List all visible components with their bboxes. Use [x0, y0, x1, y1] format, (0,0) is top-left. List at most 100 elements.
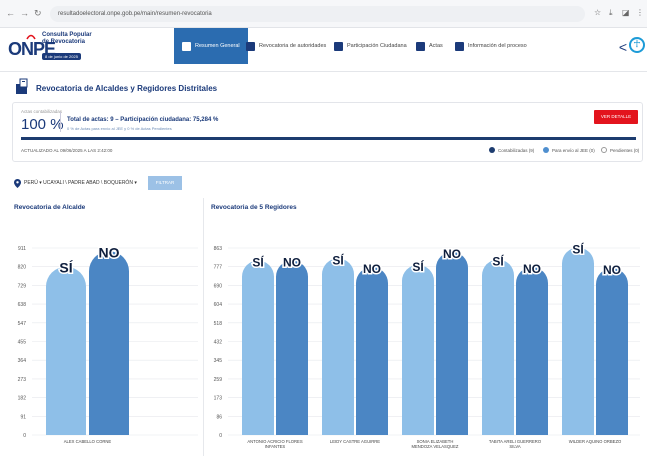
bar-si — [322, 258, 354, 435]
summary-subtext: 0 % de Actas para envío al JEE y 0 % de … — [67, 126, 172, 131]
people-icon — [246, 41, 255, 51]
regidores-bar-chart: 0 86 173 259 345 432 518 604 690 777 863 SÍ NO ANTONI… — [214, 240, 640, 449]
nav-label: Resumen General — [195, 43, 240, 49]
legend-label: Contabilizadas (9) — [498, 147, 535, 153]
y-tick-label: 863 — [214, 246, 223, 252]
nav-resumen-general[interactable]: Resumen General — [174, 28, 248, 64]
back-icon[interactable]: ← — [6, 8, 15, 18]
y-tick-label: 0 — [219, 433, 222, 439]
bar-label-no: NO — [363, 262, 381, 276]
y-tick-label: 182 — [18, 396, 27, 402]
forward-icon[interactable]: → — [20, 8, 29, 18]
legend-dot-icon — [489, 147, 495, 153]
legend-pendientes: Pendientes (0) — [601, 147, 639, 153]
y-tick-label: 345 — [214, 358, 223, 364]
y-tick-label: 638 — [18, 302, 27, 308]
bar-no — [356, 267, 388, 435]
nav-label: Revocatoria de autoridades — [259, 43, 327, 49]
legend-envio-jee: Para envío al JEE (0) — [543, 147, 595, 153]
progress-bar — [21, 137, 636, 140]
category-label: ALEX CABELLO CORNE — [64, 439, 112, 444]
legend-label: Para envío al JEE (0) — [552, 147, 595, 153]
bar-si — [242, 260, 274, 435]
site-header: ONPE Consulta Popular de Revocatoria 8 d… — [0, 28, 647, 72]
bar-no — [516, 267, 548, 435]
ver-detalle-button[interactable]: VER DETALLE — [594, 110, 638, 124]
y-tick-label: 820 — [18, 265, 27, 271]
process-title: Consulta Popular de Revocatoria — [42, 32, 92, 45]
updated-timestamp: ACTUALIZADO AL 09/06/2025 A LAS 2:42:00 — [21, 148, 113, 153]
dashboard-icon — [182, 41, 191, 51]
nav-label: Participación Ciudadana — [347, 43, 407, 49]
bar-no — [276, 260, 308, 435]
nav-participacion-ciudadana[interactable]: Participación Ciudadana — [334, 28, 407, 64]
bar-si — [402, 264, 434, 435]
ballot-box-icon — [16, 78, 28, 94]
bar-si — [562, 247, 594, 435]
legend-dot-icon — [543, 147, 549, 153]
legend-dot-icon — [601, 147, 607, 153]
legend-label: Pendientes (0) — [610, 147, 640, 153]
filtrar-button[interactable]: FILTRAR — [148, 176, 182, 190]
page-title: Revocatoria de Alcaldes y Regidores Dist… — [36, 84, 218, 93]
nav-label: Información del proceso — [468, 43, 527, 49]
location-filter[interactable]: PERÚ ▾ UCAYALI \ PADRE ABAD \ BOQUERÓN ▾ — [14, 176, 137, 190]
actas-percentage: 100 % — [21, 116, 64, 133]
location-path[interactable]: PERÚ ▾ UCAYALI \ PADRE ABAD \ BOQUERÓN ▾ — [24, 180, 137, 186]
accessibility-icon[interactable]: ☥ — [629, 37, 645, 53]
bar-label-no: NO — [283, 256, 301, 270]
process-date-badge: 8 de junio de 2025 — [42, 53, 81, 60]
y-tick-label: 273 — [18, 377, 27, 383]
y-tick-label: 911 — [18, 246, 26, 252]
category-label: ANTONIO ACRICIO FLORES INFANTES — [247, 439, 303, 449]
y-tick-label: 173 — [214, 396, 223, 402]
browser-toolbar: ← → ↻ resultadoelectoral.onpe.gob.pe/mai… — [0, 0, 647, 28]
summary-card: Actas contabilizadas 100 % Total de acta… — [12, 102, 643, 162]
y-tick-label: 455 — [18, 340, 27, 346]
share-icon[interactable]: < — [619, 39, 627, 55]
bar-label-si: SÍ — [492, 253, 504, 268]
bar-no — [596, 268, 628, 435]
nav-label: Actas — [429, 43, 443, 49]
menu-icon[interactable]: ⋮ — [636, 8, 644, 17]
bar-label-no: NO — [523, 262, 541, 276]
nav-actas[interactable]: Actas — [416, 28, 443, 64]
y-tick-label: 86 — [216, 414, 222, 420]
bookmark-star-icon[interactable]: ☆ — [594, 8, 601, 17]
location-pin-icon — [14, 178, 21, 188]
y-tick-label: 547 — [18, 321, 27, 327]
address-bar[interactable]: resultadoelectoral.onpe.gob.pe/main/resu… — [50, 6, 585, 22]
nav-informacion-proceso[interactable]: Información del proceso — [455, 28, 527, 64]
bar-label-si: SÍ — [412, 259, 424, 274]
y-tick-label: 604 — [214, 302, 223, 308]
bar-label-si: SÍ — [572, 242, 584, 257]
extensions-icon[interactable]: ◪ — [622, 8, 630, 17]
category-label: TABITA ARELI GUERRERO SILVA — [489, 439, 542, 449]
bar-label-no: NO — [603, 263, 621, 277]
y-tick-label: 518 — [214, 321, 223, 327]
actas-label: Actas contabilizadas — [21, 109, 63, 114]
legend-contabilizadas: Contabilizadas (9) — [489, 147, 534, 153]
y-tick-label: 364 — [18, 358, 27, 364]
y-tick-label: 91 — [20, 414, 26, 420]
bar-no — [436, 251, 468, 435]
y-tick-label: 0 — [23, 433, 26, 439]
y-tick-label: 729 — [18, 283, 27, 289]
download-icon[interactable]: ⤓ — [609, 8, 613, 18]
y-tick-label: 777 — [214, 265, 223, 271]
bar-label-no: NO — [99, 244, 120, 260]
regidores-chart-title: Revocatoria de 5 Regidores — [211, 204, 297, 211]
bar-no — [89, 251, 129, 435]
bar-label-si: SÍ — [332, 252, 344, 267]
y-tick-label: 432 — [214, 340, 223, 346]
reload-icon[interactable]: ↻ — [34, 8, 42, 19]
check-document-icon — [416, 41, 425, 51]
info-document-icon — [455, 41, 464, 51]
y-tick-label: 690 — [214, 283, 223, 289]
bar-label-si: SÍ — [59, 260, 73, 276]
category-label: SONIA ELIZABETH MENDOZA VELASQUEZ — [411, 439, 458, 449]
category-label: WILDER AQUINO ORBEZO — [569, 439, 622, 444]
nav-revocatoria-autoridades[interactable]: Revocatoria de autoridades — [246, 28, 326, 64]
bar-si — [482, 259, 514, 435]
group-icon — [334, 41, 343, 51]
